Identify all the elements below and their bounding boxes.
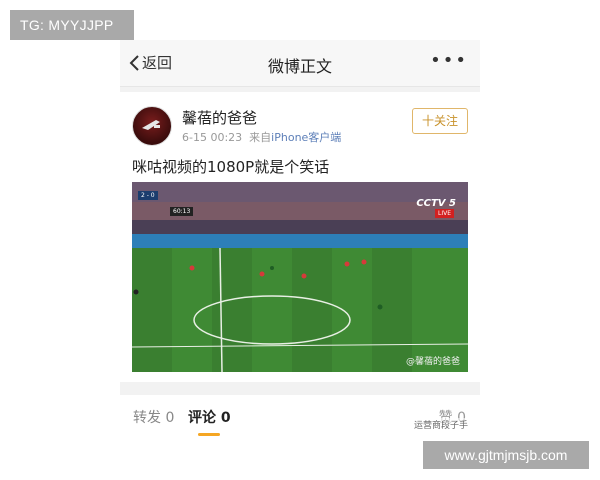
avatar[interactable]	[132, 106, 172, 146]
video-thumbnail[interactable]: 2 - 0 60:13 CCTV 5 LIVE @馨蓓的爸爸	[132, 182, 468, 372]
weibo-post-card: 馨蓓的爸爸 6-15 00:23 来自iPhone客户端 十关注 咪咕视频的10…	[120, 92, 480, 382]
post-action-tabs: 转发 0 评论 0 赞 0 运营商段子手	[120, 395, 480, 440]
gun-logo-icon	[142, 120, 160, 130]
wechat-watermark: 运营商段子手	[413, 418, 468, 431]
tab-comments[interactable]: 评论 0	[188, 407, 231, 427]
tg-watermark: TG: MYYJJPP	[10, 10, 134, 40]
video-watermark: @馨蓓的爸爸	[405, 357, 460, 367]
live-badge: LIVE	[434, 209, 454, 218]
page-title: 微博正文	[267, 57, 332, 76]
more-dots-icon[interactable]: •••	[430, 50, 468, 71]
tab-repost[interactable]: 转发 0	[133, 407, 174, 427]
weibo-screen: 返回 微博正文 ••• 馨蓓的爸爸 6-15 00:23 来自iPhone客户端…	[120, 40, 480, 440]
score-overlay: 2 - 0	[138, 191, 158, 200]
match-clock: 60:13	[170, 207, 194, 216]
post-timestamp: 6-15 00:23	[182, 131, 243, 144]
username[interactable]: 馨蓓的爸爸	[182, 107, 257, 128]
follow-button[interactable]: 十关注	[412, 108, 468, 134]
post-text: 咪咕视频的1080P就是个笑话	[132, 158, 330, 176]
broadcaster-logo: CCTV 5	[416, 198, 456, 209]
post-source[interactable]: iPhone客户端	[271, 131, 341, 144]
active-tab-indicator	[198, 433, 220, 436]
navigation-bar: 返回 微博正文 •••	[120, 40, 480, 87]
post-meta: 6-15 00:23 来自iPhone客户端	[182, 129, 341, 145]
site-watermark: www.gjtmjmsjb.com	[423, 441, 589, 469]
source-prefix: 来自	[249, 131, 272, 144]
